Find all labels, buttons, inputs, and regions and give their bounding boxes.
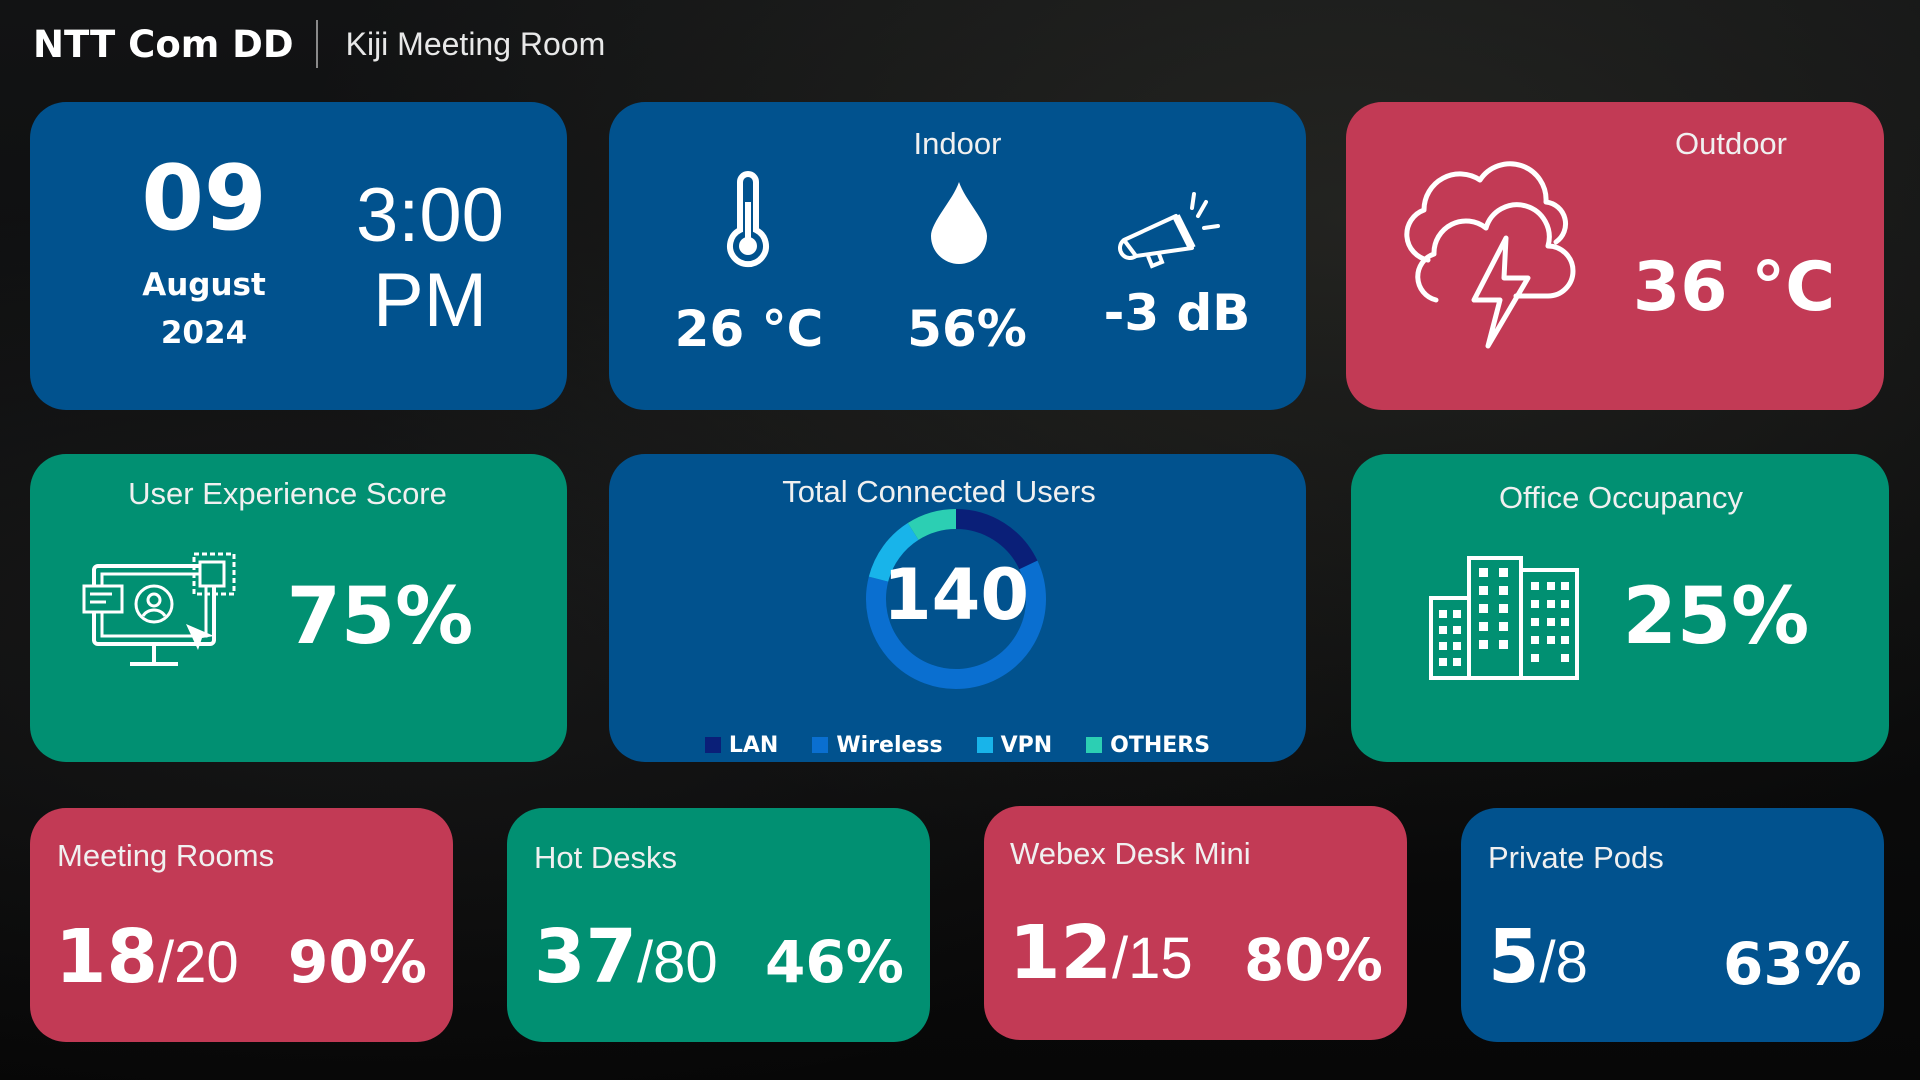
meeting-rooms-title: Meeting Rooms [57, 838, 275, 873]
indoor-noise: -3 dB [1103, 284, 1251, 342]
legend-label-vpn: VPN [1000, 732, 1053, 758]
private-pods-pct: 63% [1723, 930, 1862, 998]
date-year: 2024 [160, 315, 248, 351]
date-day: 09 [141, 146, 267, 251]
legend-label-others: OTHERS [1110, 732, 1211, 758]
legend-item-wireless: Wireless [812, 732, 943, 758]
legend-label-wireless: Wireless [836, 732, 943, 758]
hot-desks-used: 37 [534, 914, 637, 1000]
meeting-rooms-pct: 90% [288, 928, 427, 996]
webex-desk-mini-count: 12/15 [1009, 916, 1193, 990]
hot-desks-count: 37/80 [534, 920, 718, 994]
thermometer-icon [727, 171, 769, 268]
legend-label-lan: LAN [728, 732, 779, 758]
legend-swatch-wireless [812, 737, 829, 753]
webex-desk-mini-total: 15 [1128, 926, 1193, 991]
outdoor-card: Outdoor 36 °C [1346, 102, 1884, 410]
outdoor-temperature: 36 °C [1632, 248, 1836, 327]
private-pods-title: Private Pods [1488, 840, 1664, 875]
thunderstorm-cloud-icon [1404, 161, 1576, 349]
water-drop-icon [931, 182, 987, 264]
buildings-icon [1429, 556, 1579, 680]
user-screen-icon [82, 552, 236, 666]
time-ampm: PM [373, 258, 487, 343]
hot-desks-total: 80 [653, 930, 718, 995]
legend-swatch-lan [704, 737, 721, 753]
header-divider [315, 20, 318, 68]
webex-desk-mini-title: Webex Desk Mini [1010, 836, 1251, 871]
hot-desks-card: Hot Desks 37/80 46% [507, 808, 930, 1042]
meeting-rooms-used: 18 [55, 914, 158, 1000]
meeting-rooms-total: 20 [174, 930, 239, 995]
private-pods-sep: / [1539, 930, 1556, 995]
legend-swatch-vpn [976, 737, 993, 753]
office-occupancy-value: 25% [1622, 572, 1810, 662]
connected-users-card: Total Connected Users 140 LAN Wireless V… [609, 454, 1306, 762]
webex-desk-mini-pct: 80% [1244, 926, 1383, 994]
datetime-card: 09 August 2024 3:00 PM [30, 102, 567, 410]
indoor-title: Indoor [913, 126, 1002, 161]
header: NTT Com DD Kiji Meeting Room [33, 14, 605, 74]
webex-desk-mini-card: Webex Desk Mini 12/15 80% [984, 806, 1407, 1040]
webex-desk-mini-sep: / [1111, 926, 1129, 991]
office-occupancy-title: Office Occupancy [1498, 480, 1744, 515]
legend-item-lan: LAN [704, 732, 779, 758]
indoor-temperature: 26 °C [674, 300, 824, 358]
room-name: Kiji Meeting Room [345, 25, 606, 62]
legend-item-others: OTHERS [1086, 733, 1210, 758]
office-occupancy-card: Office Occupancy 25% [1351, 454, 1889, 762]
user-experience-title: User Experience Score [128, 476, 447, 511]
date-month: August [142, 267, 266, 303]
webex-desk-mini-used: 12 [1009, 910, 1112, 996]
time-value: 3:00 [356, 173, 504, 258]
hot-desks-pct: 46% [765, 928, 904, 996]
legend-swatch-others [1086, 737, 1103, 753]
brand-name: NTT Com DD [33, 22, 294, 66]
private-pods-used: 5 [1488, 914, 1540, 1000]
meeting-rooms-count: 18/20 [55, 920, 239, 994]
donut-slice-others [907, 509, 957, 541]
private-pods-card: Private Pods 5/8 63% [1461, 808, 1884, 1042]
hot-desks-title: Hot Desks [534, 840, 677, 875]
connected-users-legend: LAN Wireless VPN OTHERS [609, 728, 1306, 762]
hot-desks-sep: / [636, 930, 654, 995]
user-experience-value: 75% [286, 572, 474, 662]
connected-users-total: 140 [882, 554, 1030, 636]
user-experience-card: User Experience Score 75% [30, 454, 567, 762]
private-pods-count: 5/8 [1488, 920, 1588, 994]
private-pods-total: 8 [1555, 930, 1588, 995]
meeting-rooms-sep: / [157, 930, 175, 995]
indoor-card: Indoor 26 °C 56% -3 dB [609, 102, 1306, 410]
megaphone-icon [1118, 192, 1220, 269]
legend-item-vpn: VPN [976, 732, 1053, 758]
outdoor-title: Outdoor [1674, 126, 1787, 161]
meeting-rooms-card: Meeting Rooms 18/20 90% [30, 808, 453, 1042]
indoor-humidity: 56% [907, 300, 1027, 358]
